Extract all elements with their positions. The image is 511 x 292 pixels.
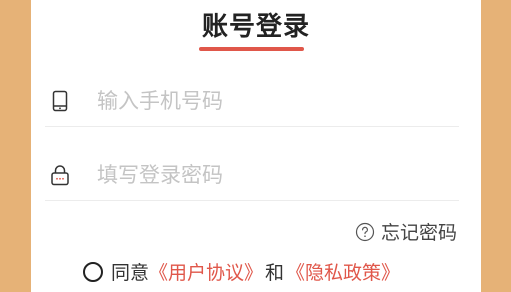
help-circle-icon <box>355 222 375 241</box>
title-underline <box>199 47 304 51</box>
phone-field[interactable] <box>45 76 459 127</box>
phone-icon <box>52 90 68 112</box>
privacy-policy-link[interactable]: 《隐私政策》 <box>286 258 400 285</box>
agreement-row: 同意 《用户协议》 和 《隐私政策》 <box>83 258 400 285</box>
password-input[interactable] <box>97 162 437 188</box>
agree-radio[interactable] <box>83 261 103 282</box>
password-field[interactable] <box>45 150 459 201</box>
agree-prefix: 同意 <box>111 262 150 284</box>
page-title: 账号登录 <box>201 12 310 42</box>
forgot-password-label: 忘记密码 <box>380 222 457 244</box>
user-agreement-link[interactable]: 《用户协议》 <box>149 258 263 285</box>
login-card: 账号登录 忘记密码 同意 《用户协议》 和 《隐私政策》 <box>31 0 481 292</box>
agree-conjunction: 和 <box>265 262 285 284</box>
forgot-password-link[interactable]: 忘记密码 <box>355 218 457 245</box>
lock-icon <box>51 165 69 186</box>
phone-input[interactable] <box>97 88 437 114</box>
